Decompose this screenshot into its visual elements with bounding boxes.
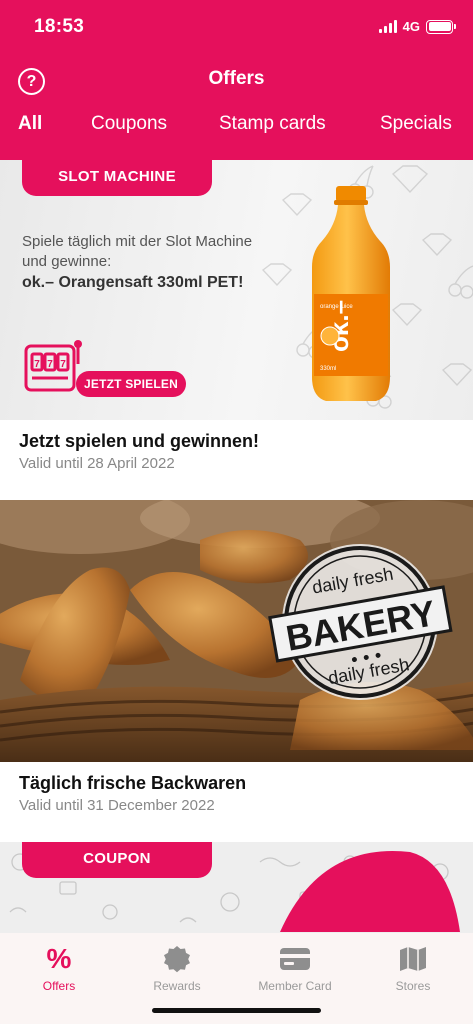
tab-all[interactable]: All	[18, 113, 42, 135]
home-indicator	[152, 1008, 321, 1013]
status-indicators: 4G	[378, 19, 456, 34]
banner-prize: ok.– Orangensaft 330ml PET!	[22, 274, 244, 291]
nav-rewards-label: Rewards	[153, 979, 201, 993]
banner-description: Spiele täglich mit der Slot Machine und …	[22, 233, 253, 270]
nav-stores[interactable]: Stores	[354, 943, 472, 993]
orange-juice-bottle-image: ok.– orange juice 330ml	[312, 186, 390, 401]
nav-member-card-label: Member Card	[258, 979, 332, 993]
card-icon	[236, 943, 354, 975]
page-title: Offers	[208, 68, 265, 89]
bakery-image: BAKERY daily fresh daily fresh	[0, 500, 473, 762]
tab-specials[interactable]: Specials	[380, 113, 452, 135]
coupon-badge: COUPON	[22, 842, 212, 878]
bakery-banner[interactable]: BAKERY daily fresh daily fresh	[0, 500, 473, 762]
nav-stores-label: Stores	[395, 979, 431, 993]
network-label: 4G	[402, 19, 420, 34]
svg-text:7: 7	[34, 359, 40, 370]
nav-offers[interactable]: % Offers	[0, 943, 118, 993]
tab-stamp-cards[interactable]: Stamp cards	[219, 113, 326, 135]
nav-offers-label: Offers	[42, 979, 76, 993]
app-header: 18:53 4G ? Offers All Coupons Stamp card…	[0, 0, 473, 160]
nav-rewards[interactable]: Rewards	[118, 943, 236, 993]
card-title-slot[interactable]: Jetzt spielen und gewinnen!	[19, 431, 259, 452]
map-icon	[354, 943, 472, 975]
bottle-small-label: orange juice	[320, 304, 353, 310]
card-valid-bakery: Valid until 31 December 2022	[19, 797, 215, 814]
nav-member-card[interactable]: Member Card	[236, 943, 354, 993]
percent-icon: %	[46, 943, 72, 974]
battery-icon	[426, 19, 456, 34]
status-time: 18:53	[34, 16, 85, 37]
badge-icon	[118, 943, 236, 975]
signal-icon	[378, 20, 397, 33]
status-bar: 18:53 4G	[0, 0, 473, 54]
svg-text:7: 7	[60, 359, 66, 370]
card-title-bakery[interactable]: Täglich frische Backwaren	[19, 773, 246, 794]
offer-tabs: All Coupons Stamp cards Specials	[0, 113, 473, 143]
bottle-volume: 330ml	[320, 366, 336, 372]
slot-machine-badge: SLOT MACHINE	[22, 160, 212, 196]
svg-text:7: 7	[47, 359, 53, 370]
play-now-button[interactable]: JETZT SPIELEN	[76, 371, 186, 397]
tab-coupons[interactable]: Coupons	[91, 113, 167, 135]
card-valid-slot: Valid until 28 April 2022	[19, 455, 175, 472]
slot-machine-banner[interactable]: SLOT MACHINE Spiele täglich mit der Slot…	[0, 160, 473, 420]
coupon-banner[interactable]: COUPON	[0, 842, 473, 932]
